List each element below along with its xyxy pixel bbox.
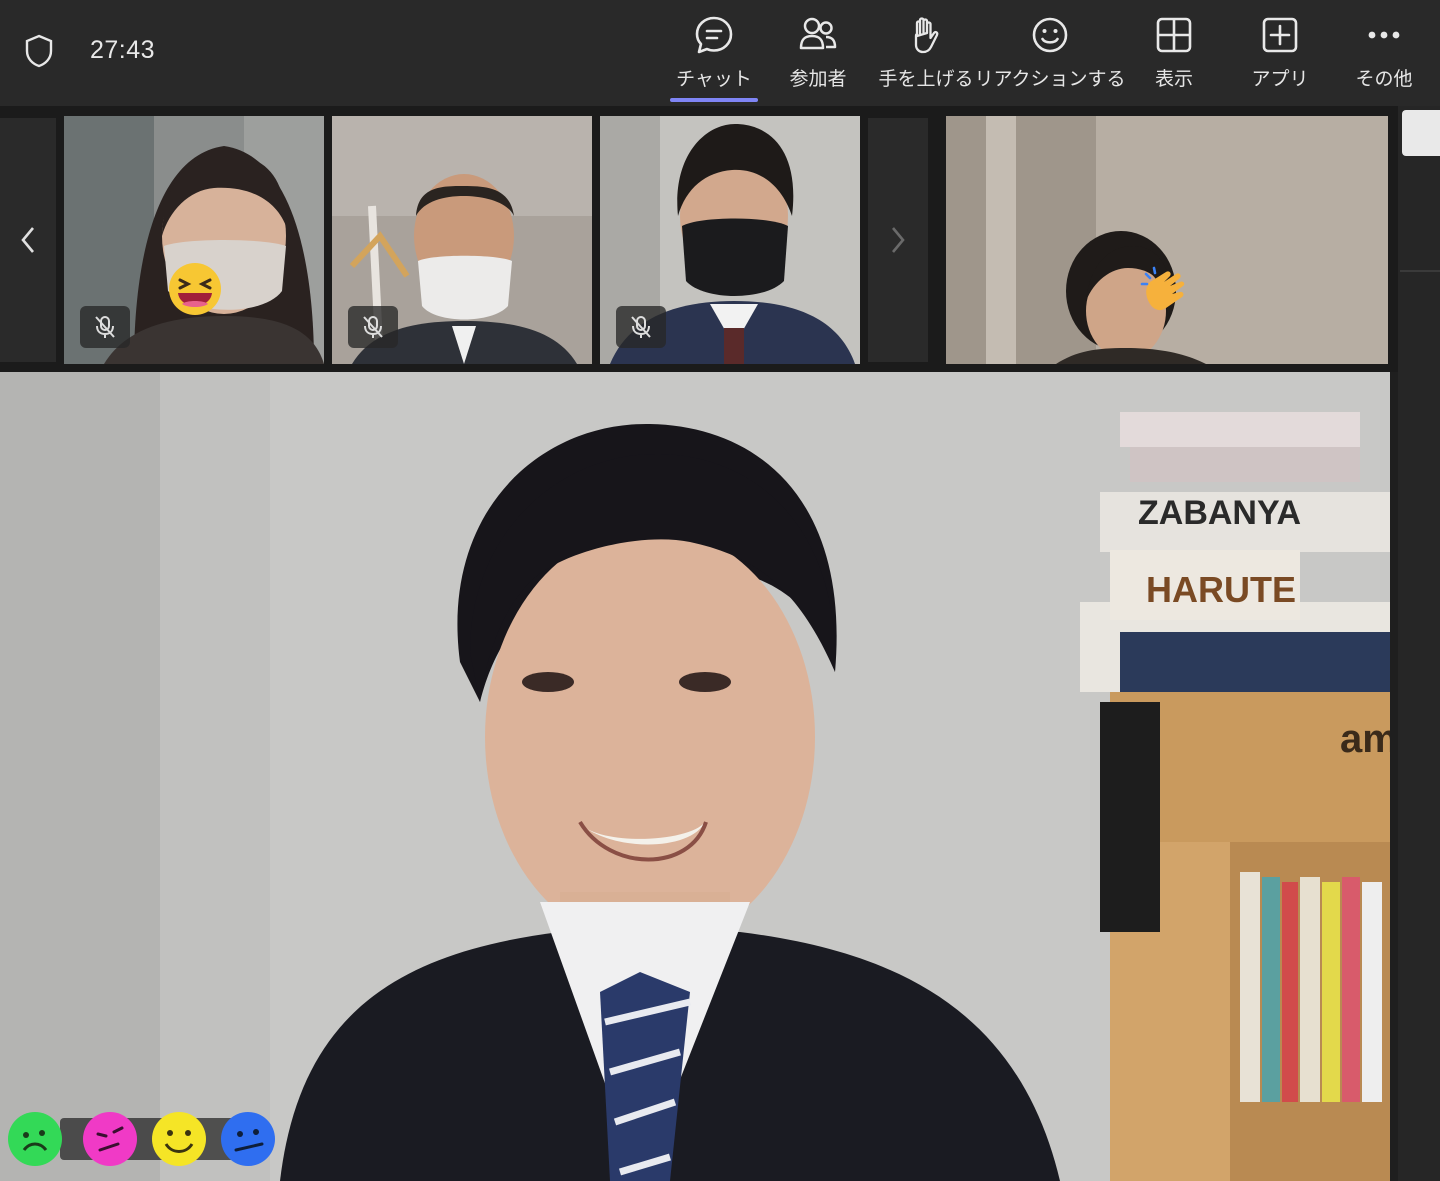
mic-off-icon	[631, 316, 651, 338]
view-button[interactable]: 表示	[1142, 10, 1206, 104]
mic-off-icon	[95, 316, 115, 338]
participant-video	[946, 116, 1388, 364]
apps-label: アプリ	[1251, 68, 1309, 90]
laughing-emoji-icon	[169, 263, 221, 315]
participant-tile[interactable]	[946, 116, 1388, 364]
side-panel	[1398, 106, 1440, 1181]
view-label: 表示	[1154, 68, 1193, 90]
box-label: HARUTE	[1146, 569, 1296, 610]
participants-label: 参加者	[789, 68, 847, 90]
call-timer: 27:43	[90, 36, 156, 64]
chat-button[interactable]: チャット	[672, 10, 756, 104]
raise-hand-button[interactable]: 手を上げる	[878, 10, 974, 104]
grid-view-icon	[1156, 17, 1192, 53]
side-panel-tab[interactable]	[1402, 110, 1440, 156]
divider	[1400, 270, 1440, 272]
box-label: ZABANYA	[1138, 494, 1301, 532]
previous-page-button[interactable]	[0, 118, 56, 362]
apps-button[interactable]: アプリ	[1248, 10, 1312, 104]
mic-off-icon	[363, 316, 383, 338]
meeting-toolbar: 27:43 チャット 参加者 手を上げる リアクションする 表示 アプリ その他	[0, 0, 1440, 106]
more-label: その他	[1355, 68, 1413, 90]
chat-label: チャット	[676, 68, 752, 90]
box-brand-text: am	[1340, 717, 1390, 761]
participant-tile[interactable]	[600, 116, 860, 364]
shield-icon[interactable]	[24, 34, 54, 68]
add-app-icon	[1262, 17, 1298, 53]
mic-muted-indicator	[348, 306, 398, 348]
clapping-emoji-icon	[1140, 266, 1185, 311]
react-label: リアクションする	[974, 68, 1126, 90]
chat-icon	[695, 16, 733, 54]
yellow-smile-icon	[152, 1112, 206, 1166]
smiley-icon	[1032, 17, 1068, 53]
main-video[interactable]: am ZABANYA HARUTE	[0, 372, 1390, 1181]
chevron-left-icon	[21, 227, 34, 253]
participant-tile[interactable]	[64, 116, 324, 364]
mic-muted-indicator	[80, 306, 130, 348]
active-tab-indicator	[670, 98, 758, 102]
pink-face-icon	[83, 1112, 137, 1166]
blue-face-icon	[221, 1112, 275, 1166]
raise-hand-label: 手を上げる	[878, 68, 974, 90]
speaker-video: am ZABANYA HARUTE	[0, 372, 1390, 1181]
more-button[interactable]: その他	[1350, 10, 1418, 104]
green-face-icon	[8, 1112, 62, 1166]
react-button[interactable]: リアクションする	[974, 10, 1126, 104]
more-icon	[1368, 31, 1400, 39]
raise-hand-icon	[914, 17, 939, 54]
participant-tile[interactable]	[332, 116, 592, 364]
chevron-right-icon	[892, 227, 905, 253]
mic-muted-indicator	[616, 306, 666, 348]
reaction-stickers	[6, 1108, 286, 1170]
participants-button[interactable]: 参加者	[778, 10, 858, 104]
people-icon	[799, 17, 837, 50]
next-page-button[interactable]	[868, 118, 928, 362]
